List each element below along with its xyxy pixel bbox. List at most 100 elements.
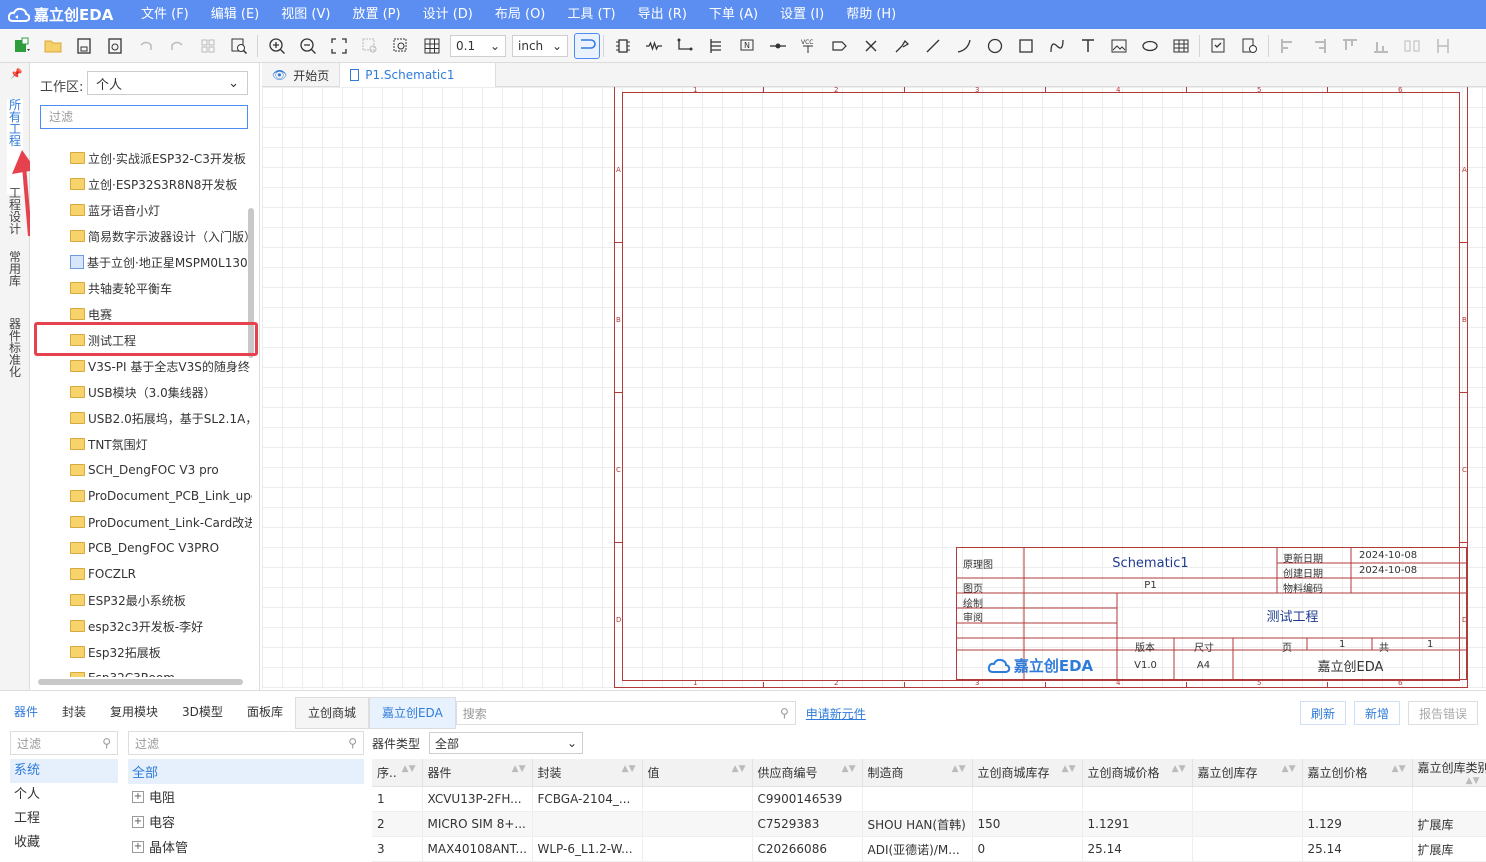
sort-icon[interactable]: ▲▼ xyxy=(952,764,966,774)
table-row[interactable]: 2MICRO SIM 8+...C7529383SHOU HAN(首韩)1501… xyxy=(372,812,1486,837)
tab-schematic[interactable]: P1.Schematic1 xyxy=(340,63,496,87)
menu-item-4[interactable]: 设计 (D) xyxy=(412,0,484,29)
project-item[interactable]: 立创·ESP32S3R8N8开发板 xyxy=(70,173,252,195)
project-item[interactable]: esp32c3开发板-李好 xyxy=(70,615,252,637)
project-item[interactable]: 基于立创·地正星MSPM0L1306 xyxy=(70,251,252,273)
menu-item-8[interactable]: 下单 (A) xyxy=(698,0,769,29)
search-icon[interactable]: ⚲ xyxy=(780,706,789,720)
zoom-area-button[interactable] xyxy=(385,31,416,61)
library-source-item[interactable]: 工程 xyxy=(10,807,118,831)
fit-view-button[interactable] xyxy=(323,31,354,61)
redo-button[interactable] xyxy=(161,31,192,61)
align-bottom-button[interactable] xyxy=(1365,31,1396,61)
library-tab-3[interactable]: 3D模型 xyxy=(170,697,235,729)
project-item[interactable]: FOCZLR xyxy=(70,563,252,585)
align-right-button[interactable] xyxy=(1303,31,1334,61)
project-filter-input[interactable]: 过滤 xyxy=(40,105,248,129)
place-table-button[interactable] xyxy=(1165,31,1196,61)
column-header[interactable]: 供应商编号▲▼ xyxy=(752,759,862,787)
library-tab-1[interactable]: 封装 xyxy=(50,697,98,729)
library-source-item[interactable]: 系统 xyxy=(10,759,118,783)
menu-item-0[interactable]: 文件 (F) xyxy=(130,0,200,29)
library-tab-4[interactable]: 面板库 xyxy=(235,697,295,729)
unit-select[interactable]: inch⌄ xyxy=(512,35,568,57)
sort-icon[interactable]: ▲▼ xyxy=(512,764,526,774)
column-header[interactable]: 嘉立创价格▲▼ xyxy=(1302,759,1412,787)
project-item[interactable]: USB模块（3.0集线器） xyxy=(70,381,252,403)
menu-item-9[interactable]: 设置 (I) xyxy=(769,0,835,29)
tab-component-standard[interactable]: 器件标准化 xyxy=(7,318,23,382)
library-source-item[interactable]: 收藏 xyxy=(10,831,118,855)
place-wire-button[interactable] xyxy=(669,31,700,61)
zoom-selection-button[interactable] xyxy=(354,31,385,61)
table-row[interactable]: 3MAX40108ANT...WLP-6_L1.2-W...C20266086A… xyxy=(372,837,1486,862)
undo-button[interactable] xyxy=(130,31,161,61)
save-button[interactable] xyxy=(68,31,99,61)
column-header[interactable]: 嘉立创库存▲▼ xyxy=(1192,759,1302,787)
library-button-1[interactable]: 新增 xyxy=(1354,701,1400,725)
project-item[interactable]: ProDocument_PCB_Link_upg xyxy=(70,485,252,507)
distribute-h-button[interactable] xyxy=(1396,31,1427,61)
sort-icon[interactable]: ▲▼ xyxy=(1282,764,1296,774)
draw-bezier-button[interactable] xyxy=(1041,31,1072,61)
project-item[interactable]: Esp32C3Room xyxy=(70,667,252,677)
category-item[interactable]: +电容 xyxy=(128,809,364,834)
place-component-button[interactable] xyxy=(607,31,638,61)
category-filter-input[interactable]: 过滤⚲ xyxy=(128,731,364,755)
column-header[interactable]: 嘉立创库类别▲▼ xyxy=(1412,759,1486,787)
project-item[interactable]: 简易数字示波器设计（入门版） xyxy=(70,225,252,247)
grid-button[interactable] xyxy=(416,31,447,61)
pin-icon[interactable]: 📌 xyxy=(10,69,22,80)
project-item[interactable]: PCB_DengFOC V3PRO xyxy=(70,537,252,559)
menu-item-7[interactable]: 导出 (R) xyxy=(627,0,698,29)
column-header[interactable]: 立创商城库存▲▼ xyxy=(972,759,1082,787)
project-item[interactable]: USB2.0拓展坞，基于SL2.1A， xyxy=(70,407,252,429)
apply-new-component-link[interactable]: 申请新元件 xyxy=(806,705,866,722)
library-tab-0[interactable]: 器件 xyxy=(2,697,50,729)
place-bus-button[interactable] xyxy=(700,31,731,61)
library-button-2[interactable]: 报告错误 xyxy=(1408,701,1478,725)
no-connect-button[interactable] xyxy=(855,31,886,61)
align-left-button[interactable] xyxy=(1272,31,1303,61)
distribute-v-button[interactable] xyxy=(1427,31,1458,61)
draw-line-button[interactable] xyxy=(917,31,948,61)
draw-rect-button[interactable] xyxy=(1010,31,1041,61)
library-filter-input[interactable]: 过滤⚲ xyxy=(10,731,118,755)
project-item[interactable]: TNT氛围灯 xyxy=(70,433,252,455)
category-item[interactable]: 全部 xyxy=(128,759,364,784)
place-power-button[interactable]: VCC xyxy=(793,31,824,61)
sort-icon[interactable]: ▲▼ xyxy=(622,764,636,774)
sort-icon[interactable]: ▲▼ xyxy=(1466,776,1480,786)
library-tab-2[interactable]: 复用模块 xyxy=(98,697,170,729)
library-tab-6[interactable]: 嘉立创EDA xyxy=(369,697,456,729)
place-port-button[interactable] xyxy=(824,31,855,61)
place-resistor-button[interactable] xyxy=(638,31,669,61)
expand-plus-icon[interactable]: + xyxy=(132,841,144,853)
sort-icon[interactable]: ▲▼ xyxy=(1172,764,1186,774)
snap-toggle-button[interactable] xyxy=(574,33,600,59)
draw-ellipse-button[interactable] xyxy=(1134,31,1165,61)
library-tab-5[interactable]: 立创商城 xyxy=(295,697,369,729)
category-item[interactable]: +晶体管 xyxy=(128,834,364,859)
place-junction-button[interactable] xyxy=(762,31,793,61)
settings-button[interactable] xyxy=(1234,31,1265,61)
zoom-in-button[interactable] xyxy=(261,31,292,61)
workspace-select[interactable]: 个人⌄ xyxy=(87,71,248,95)
sort-icon[interactable]: ▲▼ xyxy=(402,764,416,774)
tab-common-lib[interactable]: 常用库 xyxy=(7,251,23,291)
tree-hscrollbar[interactable] xyxy=(38,679,243,685)
zoom-out-button[interactable] xyxy=(292,31,323,61)
library-button-0[interactable]: 刷新 xyxy=(1300,701,1346,725)
column-header[interactable]: 制造商▲▼ xyxy=(862,759,972,787)
grid-size-select[interactable]: 0.1⌄ xyxy=(450,35,506,57)
draw-arc-button[interactable] xyxy=(948,31,979,61)
menu-item-6[interactable]: 工具 (T) xyxy=(556,0,626,29)
tab-start-page[interactable]: 👁开始页 xyxy=(262,63,340,87)
align-top-button[interactable] xyxy=(1334,31,1365,61)
menu-item-10[interactable]: 帮助 (H) xyxy=(835,0,907,29)
menu-item-1[interactable]: 编辑 (E) xyxy=(200,0,271,29)
category-item[interactable]: +电阻 xyxy=(128,784,364,809)
expand-plus-icon[interactable]: + xyxy=(132,791,144,803)
menu-item-5[interactable]: 布局 (O) xyxy=(484,0,557,29)
table-row[interactable]: 1XCVU13P-2FH...FCBGA-2104_...C9900146539 xyxy=(372,787,1486,812)
